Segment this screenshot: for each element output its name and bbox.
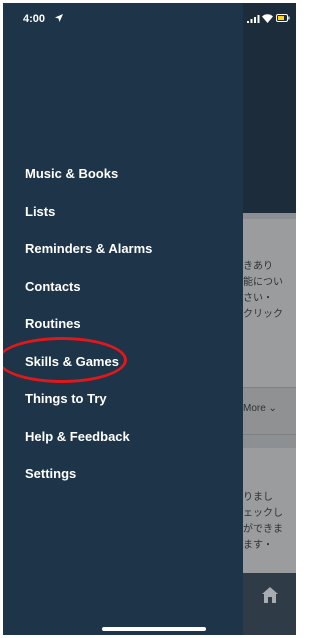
home-icon[interactable] (260, 585, 280, 605)
menu-item-contacts[interactable]: Contacts (3, 268, 243, 306)
drawer-menu: Music & Books Lists Reminders & Alarms C… (3, 155, 243, 493)
menu-item-help-feedback[interactable]: Help & Feedback (3, 418, 243, 456)
phone-screen: きあり 能につい さい・ クリック More ⌄ りまし ェックし ができま ま… (3, 3, 296, 635)
status-bar: 4:00 (3, 3, 296, 33)
more-label[interactable]: More ⌄ (243, 403, 277, 414)
background-card[interactable]: りまし ェックし ができま ます・ (243, 448, 296, 573)
background-card[interactable]: きあり 能につい さい・ クリック (243, 219, 296, 387)
battery-icon (276, 14, 290, 22)
navigation-drawer: Music & Books Lists Reminders & Alarms C… (3, 3, 243, 635)
menu-item-music-books[interactable]: Music & Books (3, 155, 243, 193)
home-indicator[interactable] (102, 627, 206, 631)
background-card-text: きあり 能につい さい・ クリック (243, 261, 283, 320)
menu-item-reminders-alarms[interactable]: Reminders & Alarms (3, 230, 243, 268)
menu-item-skills-games[interactable]: Skills & Games (3, 343, 243, 381)
menu-item-settings[interactable]: Settings (3, 455, 243, 493)
background-tab-bar (243, 573, 296, 635)
cellular-signal-icon (247, 15, 260, 23)
location-arrow-icon (55, 14, 63, 22)
menu-item-routines[interactable]: Routines (3, 305, 243, 343)
menu-item-things-to-try[interactable]: Things to Try (3, 380, 243, 418)
status-time: 4:00 (23, 13, 46, 25)
menu-item-lists[interactable]: Lists (3, 193, 243, 231)
background-more-row[interactable]: More ⌄ (243, 387, 296, 435)
wifi-icon (262, 14, 273, 23)
background-card-text: りまし ェックし ができま ます・ (243, 492, 283, 551)
